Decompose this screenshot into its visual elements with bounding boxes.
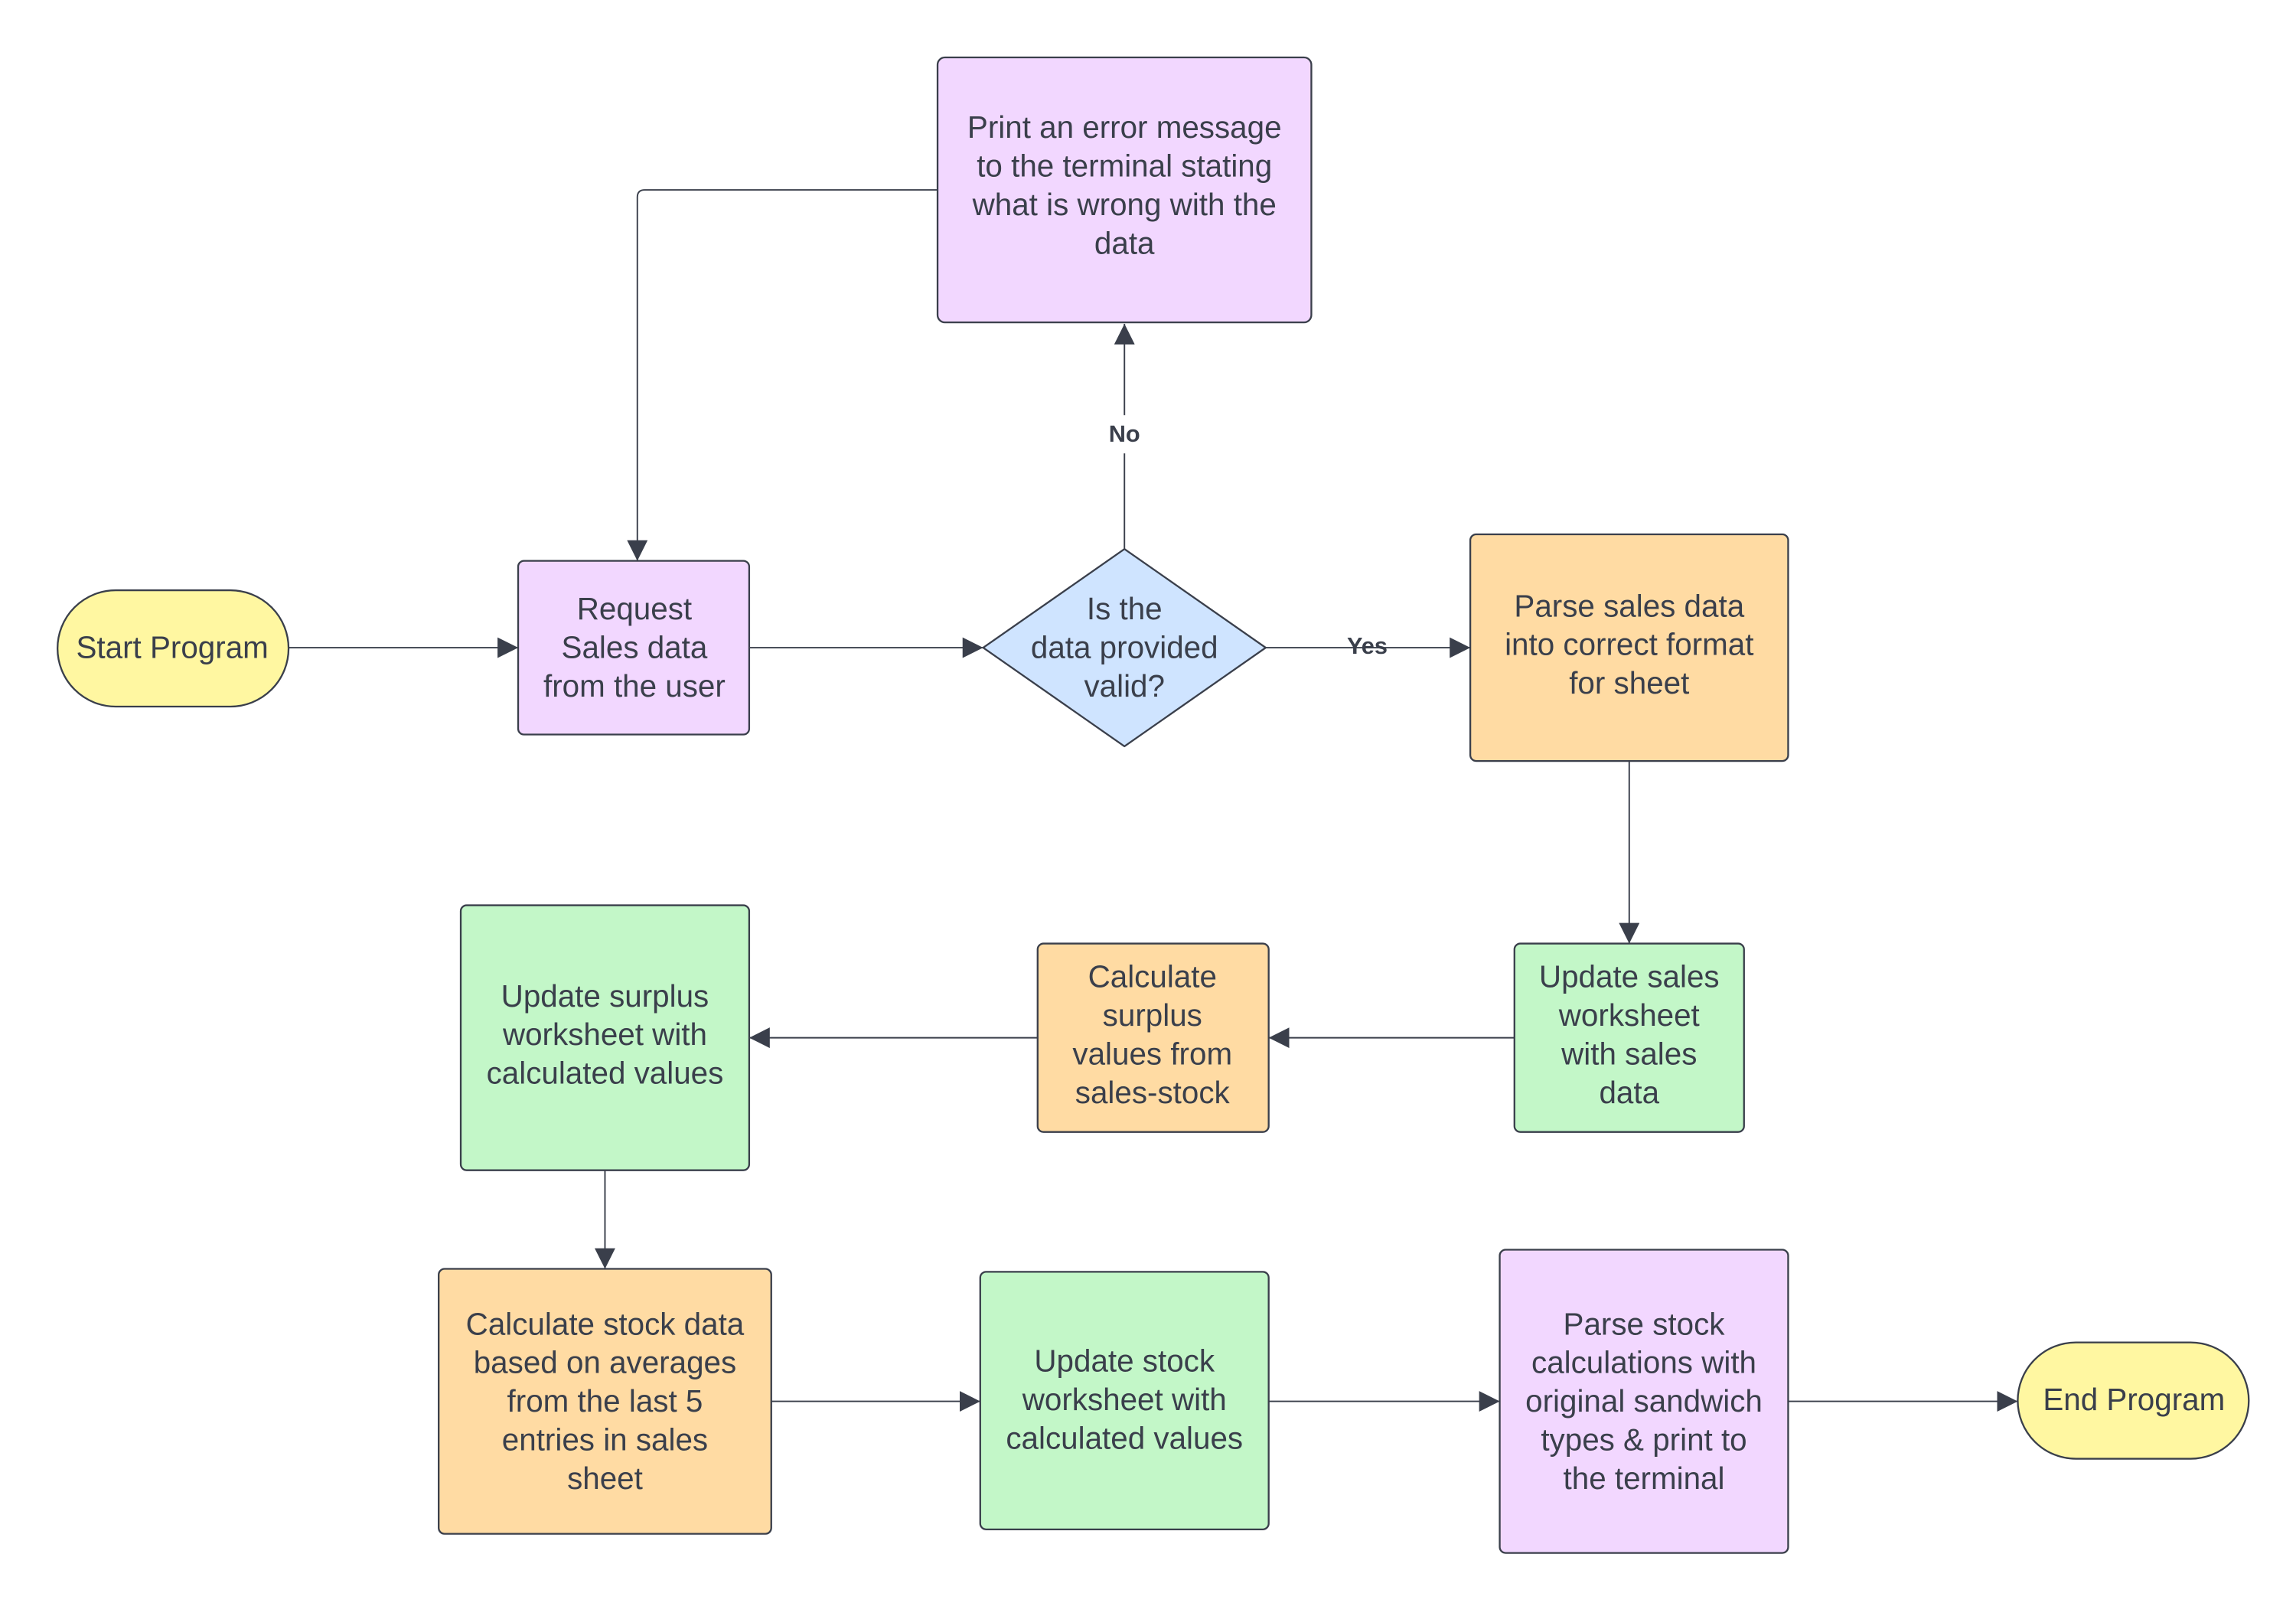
calc-surplus-label-line: Calculate <box>1088 959 1217 994</box>
edges <box>289 189 2018 1412</box>
parse-stock-label-line: the terminal <box>1564 1461 1725 1496</box>
parse-sales-label-line: Parse sales data <box>1514 588 1744 623</box>
calc-stock-label-line: entries in sales <box>502 1422 708 1457</box>
calc-stock-label-line: from the last 5 <box>507 1383 703 1419</box>
request-label-line: Sales data <box>562 630 708 665</box>
parse-sales-label-line: into correct format <box>1505 627 1753 662</box>
request-label-line: Request <box>577 591 692 626</box>
calc-stock-label-line: based on averages <box>474 1345 736 1380</box>
decision-label-line: Is the <box>1087 591 1163 626</box>
calc-surplus-label-line: values from <box>1072 1036 1232 1071</box>
calc-surplus-label-line: sales-stock <box>1075 1075 1231 1110</box>
decision-label-line: data provided <box>1031 630 1218 665</box>
update-surplus-label-line: calculated values <box>487 1056 724 1091</box>
error-label-line: to the terminal stating <box>977 149 1272 184</box>
error-label-line: Print an error message <box>967 109 1282 145</box>
edge-error-request <box>627 189 938 561</box>
parse-stock-label-line: calculations with <box>1531 1345 1756 1380</box>
update-sales-label-line: with sales <box>1561 1036 1697 1071</box>
calc-stock-label-line: Calculate stock data <box>466 1306 745 1341</box>
update-stock-label-line: worksheet with <box>1022 1382 1227 1417</box>
flowchart: Yes No Start ProgramRequestSales datafro… <box>57 56 2250 1554</box>
update-sales-label-line: data <box>1599 1075 1659 1110</box>
update-sales-label-line: worksheet <box>1558 997 1700 1033</box>
update-stock-label-line: calculated values <box>1006 1420 1243 1455</box>
request-label-line: from the user <box>543 668 726 704</box>
end-label-line: End Program <box>2043 1382 2225 1417</box>
parse-stock-label-line: original sandwich <box>1525 1383 1763 1419</box>
edge-label-no: No <box>1109 420 1140 447</box>
error-label-line: what is wrong with the <box>972 187 1277 222</box>
decision-label-line: valid? <box>1084 668 1165 704</box>
start-label-line: Start Program <box>76 630 268 665</box>
update-sales-label-line: Update sales <box>1539 959 1720 994</box>
parse-stock-label-line: types & print to <box>1541 1422 1746 1457</box>
edge-label-yes: Yes <box>1347 632 1388 659</box>
update-stock-label-line: Update stock <box>1034 1343 1215 1379</box>
update-surplus-label-line: Update surplus <box>501 978 709 1014</box>
parse-stock-label-line: Parse stock <box>1564 1306 1726 1341</box>
calc-stock-label-line: sheet <box>567 1461 643 1496</box>
update-surplus-label-line: worksheet with <box>502 1017 707 1052</box>
error-label-line: data <box>1094 225 1155 260</box>
calc-surplus-label-line: surplus <box>1103 997 1202 1033</box>
parse-sales-label-line: for sheet <box>1569 665 1689 700</box>
